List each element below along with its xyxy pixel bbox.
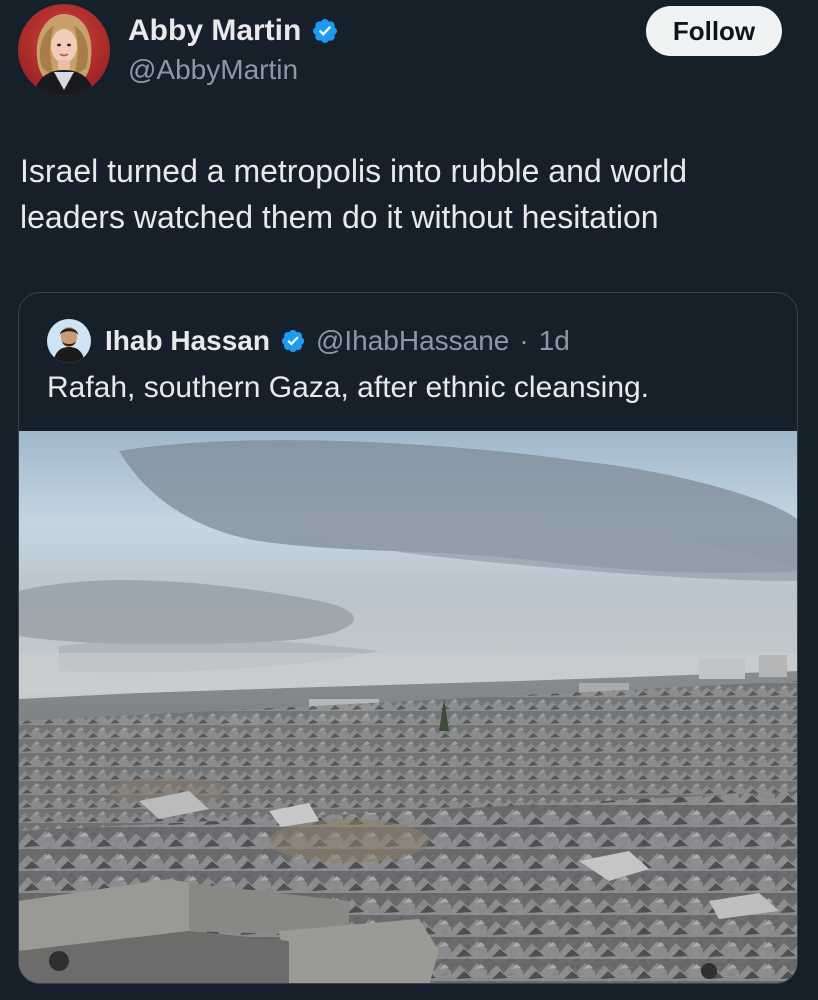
author-avatar[interactable] [18, 4, 110, 96]
profile-photo-icon [18, 4, 110, 96]
quoted-tweet-text: Rafah, southern Gaza, after ethnic clean… [47, 371, 650, 404]
quoted-author-avatar[interactable] [47, 319, 91, 363]
quoted-tweet-header: Ihab Hassan @IhabHassane · 1d [47, 319, 570, 363]
author-name-row: Abby Martin [128, 12, 339, 50]
quoted-author-display-name[interactable]: Ihab Hassan [105, 325, 270, 357]
quoted-timestamp[interactable]: 1d [539, 325, 570, 357]
rubble-photo[interactable] [19, 431, 798, 984]
author-display-name[interactable]: Abby Martin [128, 12, 301, 50]
separator-dot: · [519, 325, 529, 356]
quoted-tweet[interactable]: Ihab Hassan @IhabHassane · 1d Rafah, sou… [18, 292, 798, 984]
verified-badge-icon [313, 19, 338, 43]
author-info: Abby Martin @AbbyMartin [128, 12, 339, 88]
follow-button[interactable]: Follow [646, 6, 782, 56]
profile-photo-icon [47, 319, 91, 363]
tweet-text: Israel turned a metropolis into rubble a… [20, 153, 688, 235]
author-handle[interactable]: @AbbyMartin [128, 52, 339, 88]
tweet: Abby Martin @AbbyMartin Follow Israel tu… [0, 0, 818, 1000]
quoted-author-handle[interactable]: @IhabHassane [316, 325, 509, 357]
verified-badge-icon [281, 329, 305, 353]
